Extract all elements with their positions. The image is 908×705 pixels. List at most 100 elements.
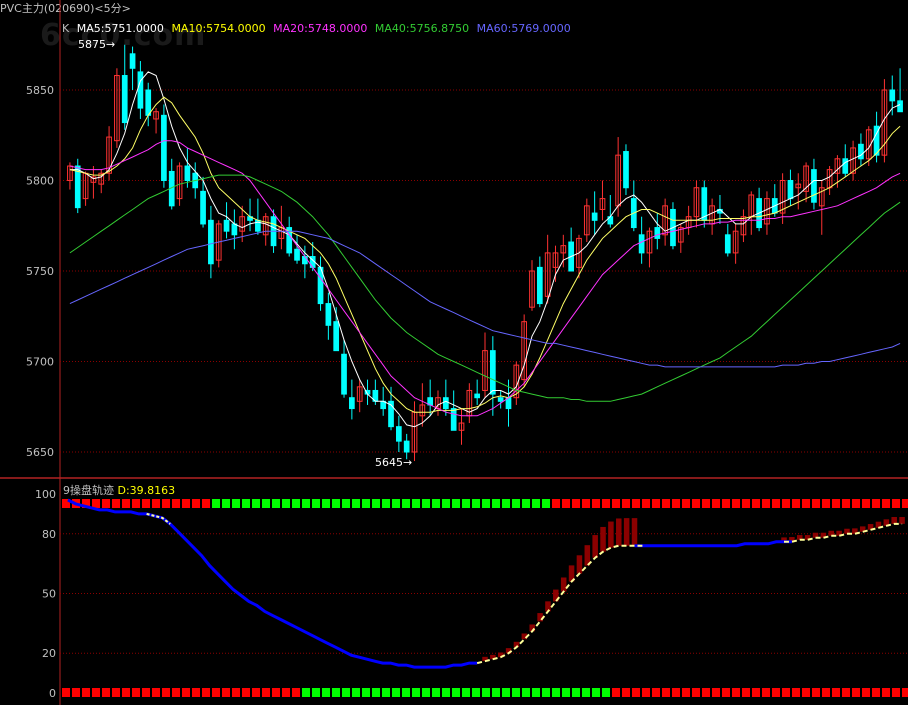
indicator-line-yellow-2 [784, 522, 903, 543]
bottom-strip-cell [232, 688, 240, 697]
high-annotation: 5875→ [78, 38, 115, 51]
bottom-strip-cell [552, 688, 560, 697]
indicator-line-yellow [476, 544, 643, 665]
candle [748, 191, 755, 235]
top-strip-cell [802, 499, 810, 508]
candle-body [231, 223, 238, 236]
candle [411, 401, 418, 462]
indicator-bar [600, 526, 606, 552]
top-strip-cell [302, 499, 310, 508]
indicator-bar [560, 577, 567, 592]
candle [255, 198, 261, 235]
top-strip-cell [202, 499, 210, 508]
candle-body [842, 158, 849, 174]
bottom-strip-cell [782, 688, 790, 697]
bottom-strip-cell [82, 688, 90, 697]
top-strip-cell [312, 499, 320, 508]
top-strip-cell [602, 499, 610, 508]
candle-body [208, 219, 214, 265]
top-strip-cell [232, 499, 240, 508]
top-strip-cell [432, 499, 440, 508]
low-annotation: 5645→ [375, 456, 412, 469]
indicator-y-tick: 50 [42, 588, 56, 601]
bottom-strip-cell [102, 688, 110, 697]
indicator-bar [891, 517, 897, 524]
bottom-strip-cell [172, 688, 180, 697]
top-strip-cell [342, 499, 350, 508]
candle [396, 415, 402, 452]
candle-body [333, 321, 340, 352]
bottom-strip-cell [132, 688, 140, 697]
bottom-strip-cell [282, 688, 290, 697]
bottom-strip-cell [872, 688, 880, 697]
candle-body [654, 227, 661, 239]
chart-canvas: 5850 5800 5750 5700 5650 100 80 50 20 0 5875→ 5645→ [0, 0, 908, 705]
candle [231, 209, 238, 250]
candle [364, 379, 371, 405]
candle [90, 166, 97, 199]
top-strip-cell [622, 499, 630, 508]
candle [114, 68, 120, 148]
bottom-strip-cell [832, 688, 840, 697]
bottom-strip-cell [742, 688, 750, 697]
candle [161, 104, 167, 188]
bottom-strip-cell [322, 688, 330, 697]
top-strip-cell [612, 499, 620, 508]
candle-body [396, 426, 402, 442]
bottom-strip-cell [902, 688, 908, 697]
candle-body [474, 393, 481, 399]
top-strip-cell [542, 499, 550, 508]
candle-body [889, 89, 896, 102]
candle [599, 180, 606, 221]
top-strip-cell [642, 499, 650, 508]
top-strip-cell [822, 499, 830, 508]
indicator-bar [899, 517, 905, 524]
bottom-strip-cell [332, 688, 340, 697]
candle [803, 162, 809, 203]
top-strip-cell [452, 499, 460, 508]
bottom-strip-cell [492, 688, 500, 697]
y-tick-label: 5700 [26, 356, 54, 369]
candle [732, 223, 739, 264]
candle [568, 227, 574, 272]
top-strip-cell [322, 499, 330, 508]
bottom-strip-cell [342, 688, 350, 697]
top-strip-cell [592, 499, 600, 508]
candle [638, 216, 645, 264]
candle [325, 292, 332, 340]
candle-body [137, 71, 144, 109]
top-strip-cell [152, 499, 160, 508]
top-strip-cell [702, 499, 710, 508]
bottom-strip-cell [882, 688, 890, 697]
top-strip-cell [242, 499, 250, 508]
bottom-strip-cell [422, 688, 430, 697]
candle [168, 158, 175, 210]
top-strip-cell [672, 499, 680, 508]
top-strip-cell [162, 499, 170, 508]
top-strip-cell [352, 499, 360, 508]
candle-body [121, 75, 128, 124]
bottom-strip-cell [242, 688, 250, 697]
candle-body [442, 397, 449, 410]
bottom-strip-cell [432, 688, 440, 697]
y-tick-label: 5800 [26, 175, 54, 188]
top-strip-cell [562, 499, 570, 508]
candle [889, 75, 896, 116]
indicator-y-tick: 20 [42, 647, 56, 660]
candle-body [341, 353, 347, 395]
top-strip-cell [732, 499, 740, 508]
candle [145, 82, 152, 127]
candle [787, 169, 794, 206]
top-strip-cell [792, 499, 800, 508]
bottom-strip-cell [792, 688, 800, 697]
candle [215, 220, 222, 268]
indicator-line-blue-2 [634, 540, 792, 548]
top-strip-cell [772, 499, 780, 508]
indicator-bar [616, 518, 622, 546]
bottom-strip-cell [302, 688, 310, 697]
candle [98, 169, 105, 194]
candle-body [129, 53, 136, 69]
candle [137, 61, 144, 119]
top-strip-cell [272, 499, 280, 508]
top-strip-cell [762, 499, 770, 508]
